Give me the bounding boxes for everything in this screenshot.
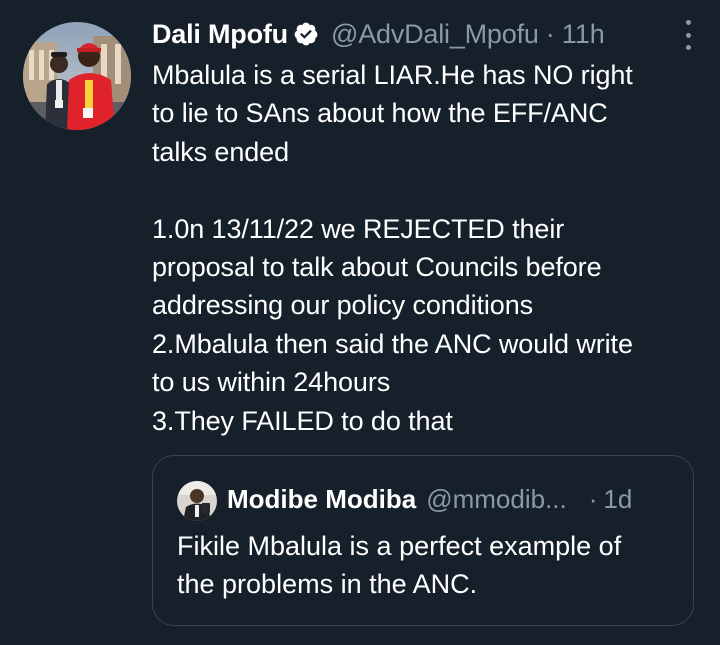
- quoted-tweet-card[interactable]: Modibe Modiba @mmodib... · 1d Fikile Mba…: [152, 455, 694, 626]
- quoted-tweet-header: Modibe Modiba @mmodib... · 1d: [227, 479, 677, 519]
- tweet-text-line: 2.Mbalula then said the ANC would write: [152, 328, 633, 359]
- tweet-header: Dali Mpofu @AdvDali_Mpofu · 11h: [152, 14, 697, 54]
- tweet-time[interactable]: 11h: [562, 19, 605, 50]
- quoted-author-handle: @mmodib...: [426, 483, 567, 514]
- tweet-text-line: talks ended: [152, 136, 289, 167]
- tweet-text-line: [152, 171, 702, 209]
- quoted-tweet-text: Fikile Mbalula is a perfect example of t…: [177, 527, 677, 603]
- tweet-text-line: Mbalula is a serial LIAR.He has NO right: [152, 60, 633, 90]
- quoted-author-display-name: Modibe Modiba: [227, 483, 417, 514]
- tweet-text: Mbalula is a serial LIAR.He has NO right…: [152, 56, 702, 440]
- quoted-tweet-time: 1d: [603, 483, 633, 514]
- more-vertical-icon[interactable]: [679, 20, 697, 50]
- quoted-text-line: Fikile Mbalula is a perfect example of: [177, 531, 622, 561]
- tweet-text-line: to lie to SAns about how the EFF/ANC: [152, 98, 608, 129]
- tweet[interactable]: Dali Mpofu @AdvDali_Mpofu · 11h Mbalula …: [0, 0, 720, 645]
- tweet-text-line: addressing our policy conditions: [152, 290, 534, 321]
- tweet-text-line: 3.They FAILED to do that: [152, 405, 453, 436]
- author-display-name[interactable]: Dali Mpofu: [152, 19, 288, 50]
- quoted-author-avatar: [177, 481, 217, 521]
- verified-badge-icon: [293, 21, 319, 47]
- quoted-text-line: the problems in the ANC.: [177, 569, 478, 599]
- author-avatar[interactable]: [23, 22, 131, 130]
- tweet-text-line: to us within 24hours: [152, 367, 391, 398]
- quoted-time-separator: ·: [588, 483, 598, 514]
- author-handle[interactable]: @AdvDali_Mpofu: [331, 19, 539, 50]
- tweet-text-line: proposal to talk about Councils before: [152, 251, 602, 282]
- time-separator: ·: [545, 18, 555, 49]
- tweet-text-line: 1.0n 13/11/22 we REJECTED their: [152, 213, 565, 244]
